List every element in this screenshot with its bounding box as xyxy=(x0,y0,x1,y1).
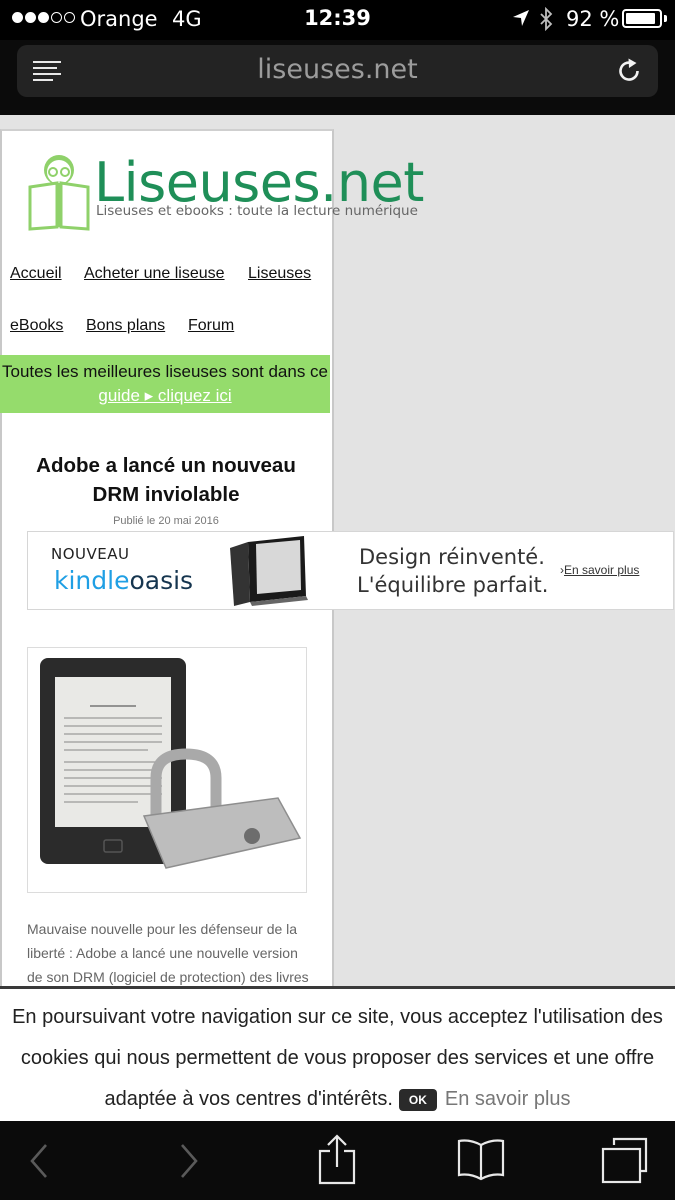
ad-brand-oasis: oasis xyxy=(129,566,194,595)
browser-address-area: liseuses.net xyxy=(0,40,675,115)
battery-tip xyxy=(664,15,667,22)
article-title: Adobe a lancé un nouveau DRM inviolable xyxy=(16,451,316,509)
battery-level-fill xyxy=(626,13,655,24)
kindle-oasis-ad-banner[interactable]: NOUVEAU kindleoasis Design réinventé. L'… xyxy=(27,531,674,610)
cookie-text-line-2: cookies qui nous permettent de vous prop… xyxy=(20,1047,655,1069)
battery-percent: 92 % xyxy=(566,7,620,31)
reader-mascot-logo-icon[interactable] xyxy=(26,149,92,231)
kindle-oasis-device-image xyxy=(230,536,308,606)
ad-headline-line-2: L'équilibre parfait. xyxy=(357,573,549,597)
address-bar[interactable]: liseuses.net xyxy=(17,45,658,97)
ad-learn-more-text[interactable]: En savoir plus xyxy=(564,563,639,577)
forward-chevron-icon[interactable] xyxy=(172,1141,206,1181)
ad-learn-more-link[interactable]: ›En savoir plus xyxy=(560,563,639,577)
location-arrow-icon xyxy=(513,10,529,26)
url-text[interactable]: liseuses.net xyxy=(17,54,658,85)
battery-icon xyxy=(622,9,662,28)
nav-link-liseuses[interactable]: Liseuses xyxy=(248,265,311,283)
bluetooth-icon xyxy=(540,7,553,31)
promo-text: Toutes les meilleures liseuses sont dans… xyxy=(2,362,328,381)
article-title-line-2: DRM inviolable xyxy=(92,483,240,506)
status-bar: Orange 4G 12:39 92 % xyxy=(0,0,675,40)
nav-link-forum[interactable]: Forum xyxy=(188,317,234,335)
cookie-learn-more-link[interactable]: En savoir plus xyxy=(445,1088,571,1110)
article-body-line: Mauvaise nouvelle pour les défenseur de … xyxy=(27,921,298,937)
nav-link-accueil[interactable]: Accueil xyxy=(10,265,62,283)
nav-link-acheter-liseuse[interactable]: Acheter une liseuse xyxy=(84,265,225,283)
cookie-text-line-3-row: adaptée à vos centres d'intérêts. OK En sa… xyxy=(0,1079,675,1120)
back-chevron-icon[interactable] xyxy=(22,1141,56,1181)
article-excerpt: Mauvaise nouvelle pour les défenseur de … xyxy=(27,917,317,989)
article-title-line-1: Adobe a lancé un nouveau xyxy=(36,454,296,477)
cookie-text-line-3: adaptée à vos centres d'intérêts. xyxy=(104,1088,393,1110)
site-tagline: Liseuses et ebooks : toute la lecture nu… xyxy=(96,203,418,219)
tabs-icon[interactable] xyxy=(598,1135,650,1185)
reload-icon[interactable] xyxy=(615,57,643,85)
ad-headline-line-1: Design réinventé. xyxy=(359,545,545,569)
browser-toolbar xyxy=(0,1121,675,1200)
share-icon[interactable] xyxy=(316,1133,358,1185)
ad-new-label: NOUVEAU xyxy=(51,545,130,563)
article-body-line: liberté : Adobe a lancé une nouvelle ver… xyxy=(27,945,298,961)
nav-link-bons-plans[interactable]: Bons plans xyxy=(86,317,165,335)
cookie-ok-button[interactable]: OK xyxy=(398,1088,437,1111)
promo-guide-link[interactable]: guide ▸ cliquez ici xyxy=(98,386,231,405)
promo-banner: Toutes les meilleures liseuses sont dans… xyxy=(0,355,330,413)
article-date: Publié le 20 mai 2016 xyxy=(113,515,219,527)
ad-brand-kindle: kindle xyxy=(54,566,130,595)
bookmarks-book-icon[interactable] xyxy=(456,1137,506,1181)
nav-link-ebooks[interactable]: eBooks xyxy=(10,317,63,335)
article-image xyxy=(27,647,307,893)
cookie-consent-banner: En poursuivant votre navigation sur ce s… xyxy=(0,986,675,1122)
cookie-text-line-1: En poursuivant votre navigation sur ce s… xyxy=(12,1006,663,1028)
ad-brand-logo: kindleoasis xyxy=(54,566,193,595)
kindle-with-padlock-image xyxy=(40,658,302,869)
web-page-viewport: Liseuses.net Liseuses et ebooks : toute … xyxy=(0,115,675,1121)
